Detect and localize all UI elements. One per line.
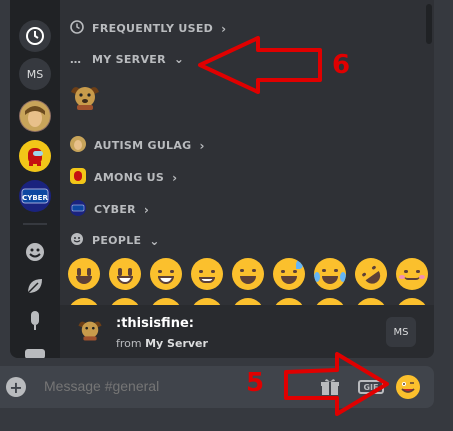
arrow-6-icon: [198, 36, 322, 94]
discord-window: MS CYBER FREQUENTLY USED › … MY SERVER ⌄…: [0, 0, 453, 431]
annotation-arrows: [198, 36, 389, 416]
annotation-label-6: 6: [332, 50, 351, 80]
annotation-label-5: 5: [246, 368, 265, 398]
arrow-5-icon: [284, 352, 389, 416]
